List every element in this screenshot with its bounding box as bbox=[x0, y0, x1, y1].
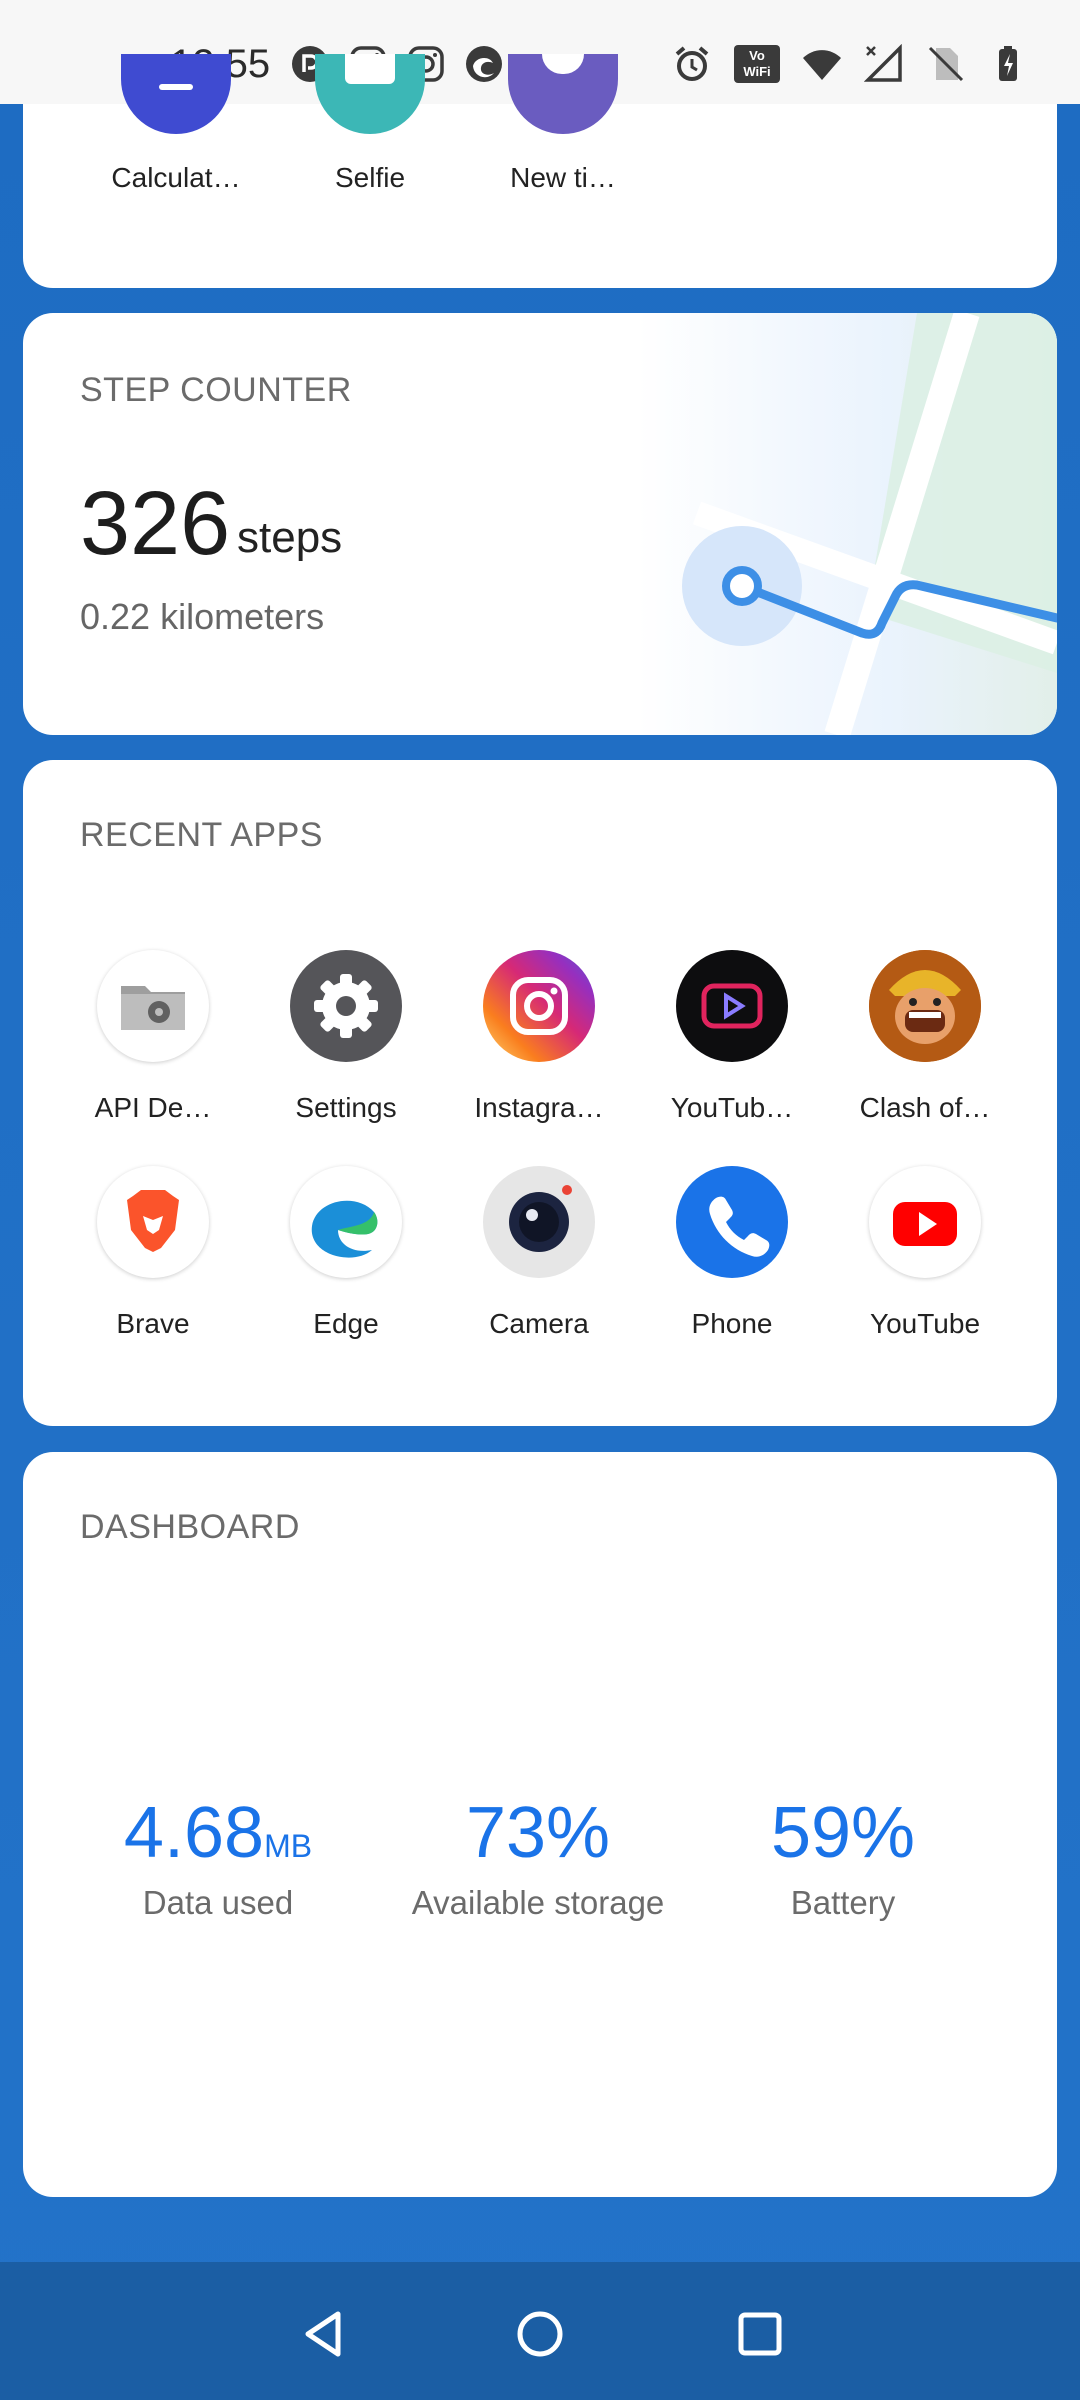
app-label: Phone bbox=[691, 1308, 773, 1339]
battery-value: 59% bbox=[770, 1793, 916, 1873]
dashboard-title: DASHBOARD bbox=[80, 1508, 300, 1546]
home-screen: 12:55 Vo WiFi Calculat… Self bbox=[0, 0, 1080, 2400]
app-label: YouTub… bbox=[670, 1092, 794, 1123]
shortcut-selfie[interactable]: Selfie bbox=[295, 54, 445, 194]
app-label: YouTube bbox=[869, 1308, 981, 1339]
alarm-icon bbox=[675, 46, 709, 81]
map-route-illustration bbox=[637, 313, 1057, 735]
app-youtube[interactable]: YouTube bbox=[840, 1166, 1010, 1340]
youtube-icon bbox=[869, 1166, 981, 1278]
clash-of-clans-icon bbox=[869, 950, 981, 1062]
back-icon[interactable] bbox=[296, 2306, 352, 2362]
gear-icon bbox=[290, 950, 402, 1062]
recent-apps-title: RECENT APPS bbox=[80, 816, 323, 854]
shortcut-label: New ti… bbox=[510, 162, 616, 193]
dashboard-card[interactable]: DASHBOARD 4.68MB Data used 73% Available… bbox=[23, 1452, 1057, 2197]
app-label: Instagra… bbox=[474, 1092, 604, 1123]
app-label: Camera bbox=[489, 1308, 589, 1339]
brave-icon bbox=[97, 1166, 209, 1278]
system-icons: Vo WiFi bbox=[672, 44, 1028, 84]
app-camera[interactable]: Camera bbox=[454, 1166, 624, 1340]
app-label: Edge bbox=[313, 1308, 379, 1339]
app-clash-of-clans[interactable]: Clash of… bbox=[840, 950, 1010, 1124]
shortcuts-card: Calculat… Selfie New ti… bbox=[23, 54, 1057, 288]
signal-icon bbox=[864, 44, 902, 82]
phone-icon bbox=[676, 1166, 788, 1278]
app-youtube-vanced[interactable]: YouTub… bbox=[647, 950, 817, 1124]
app-phone[interactable]: Phone bbox=[647, 1166, 817, 1340]
edge-icon bbox=[290, 1166, 402, 1278]
no-sim-icon bbox=[928, 46, 964, 82]
calculator-icon bbox=[121, 54, 231, 134]
navigation-bar bbox=[0, 2262, 1080, 2400]
app-label: Brave bbox=[116, 1308, 190, 1339]
app-settings[interactable]: Settings bbox=[261, 950, 431, 1124]
app-api-demos[interactable]: API De… bbox=[68, 950, 238, 1124]
shortcut-calculator[interactable]: Calculat… bbox=[101, 54, 251, 194]
steps-distance: 0.22 kilometers bbox=[80, 596, 325, 637]
app-label: Clash of… bbox=[859, 1092, 991, 1123]
vowifi-icon: Vo WiFi bbox=[734, 45, 780, 83]
home-icon[interactable] bbox=[512, 2306, 568, 2362]
selfie-icon bbox=[315, 54, 425, 134]
step-counter-title: STEP COUNTER bbox=[80, 371, 352, 409]
app-instagram[interactable]: Instagra… bbox=[454, 950, 624, 1124]
folder-gear-icon bbox=[97, 950, 209, 1062]
instagram-icon bbox=[483, 950, 595, 1062]
wifi-icon bbox=[803, 50, 841, 80]
app-label: API De… bbox=[94, 1092, 212, 1123]
data-used-number: 4.68 bbox=[123, 1793, 265, 1873]
timer-icon bbox=[508, 54, 618, 134]
storage-label: Available storage bbox=[411, 1884, 665, 1921]
storage-value: 73% bbox=[465, 1793, 611, 1873]
step-counter-card[interactable]: STEP COUNTER 326 steps 0.22 kilometers bbox=[23, 313, 1057, 735]
recents-icon[interactable] bbox=[732, 2306, 788, 2362]
app-brave[interactable]: Brave bbox=[68, 1166, 238, 1340]
data-used-value: 4.68MB bbox=[118, 1792, 318, 1874]
youtube-vanced-icon bbox=[676, 950, 788, 1062]
edge-icon bbox=[466, 46, 502, 82]
app-edge[interactable]: Edge bbox=[261, 1166, 431, 1340]
shortcut-label: Selfie bbox=[334, 162, 406, 193]
camera-icon bbox=[483, 1166, 595, 1278]
data-used-label: Data used bbox=[142, 1884, 294, 1921]
battery-charging-icon bbox=[999, 46, 1017, 81]
shortcut-new-timer[interactable]: New ti… bbox=[488, 54, 638, 194]
battery-label: Battery bbox=[790, 1884, 896, 1921]
recent-apps-card: RECENT APPS API De… Settings Instagra… Y… bbox=[23, 760, 1057, 1426]
data-used-unit: MB bbox=[264, 1828, 313, 1864]
app-label: Settings bbox=[295, 1092, 397, 1123]
steps-count: 326 bbox=[80, 474, 231, 574]
shortcut-label: Calculat… bbox=[111, 162, 241, 193]
steps-unit: steps bbox=[237, 513, 343, 562]
